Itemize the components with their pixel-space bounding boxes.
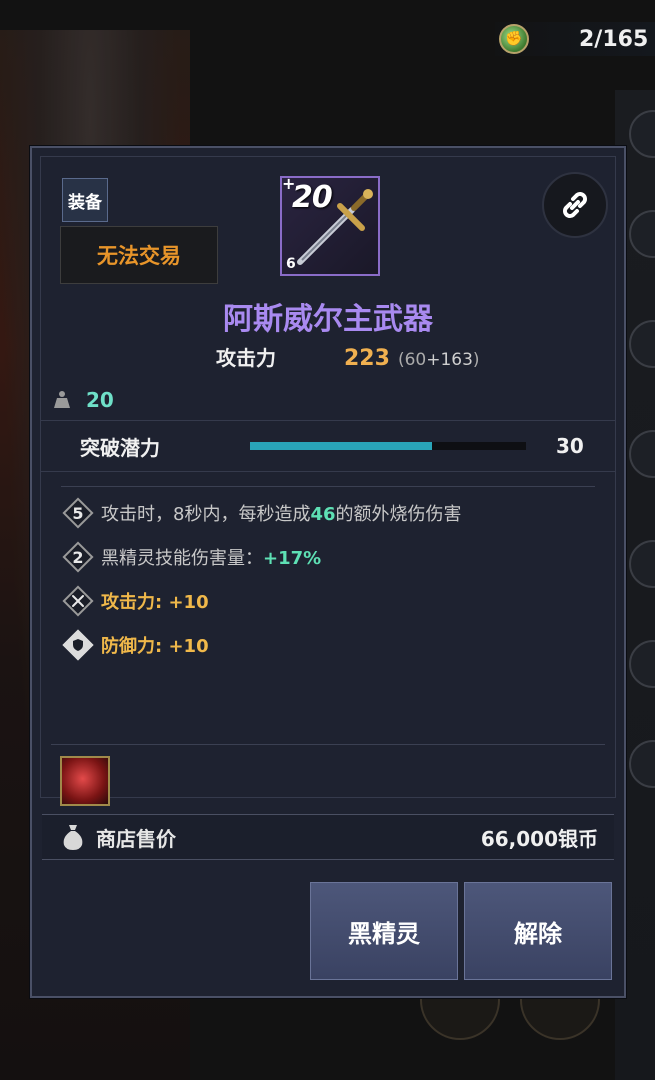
attack-bonus: +163 (426, 350, 473, 370)
shop-price-value: 66,000银币 (480, 826, 598, 851)
stat-text: 防御力: +10 (101, 636, 209, 657)
lock-count: 6 (286, 256, 296, 272)
currency-bar: ✊ 2/165 (495, 22, 655, 56)
stat-row: 防御力: +10 (65, 632, 209, 658)
fist-token-icon: ✊ (499, 24, 529, 54)
weight-icon (54, 391, 70, 408)
crossed-swords-icon (65, 588, 91, 614)
stat-text-part: 黑精灵技能伤害量： (101, 548, 263, 569)
weight-value: 20 (86, 388, 114, 412)
stat-row: 攻击力: +10 (65, 588, 209, 614)
stat-row: 5 攻击时，8秒内，每秒造成46的额外烧伤伤害 (65, 500, 462, 526)
weight-row: 20 (52, 388, 114, 412)
enhance-level: 20 (292, 180, 333, 215)
item-name: 阿斯威尔主武器 (223, 302, 433, 337)
attack-row: 攻击力 223 (60+163) (216, 342, 480, 371)
attack-base: (60 (397, 350, 427, 370)
divider (51, 744, 605, 745)
stat-text: 攻击时，8秒内，每秒造成46的额外烧伤伤害 (101, 500, 462, 526)
breakthrough-value: 30 (556, 434, 584, 458)
attack-close: ) (472, 350, 480, 370)
stat-text-part: 攻击时，8秒内，每秒造成 (101, 504, 311, 525)
attack-value: 223 (344, 346, 390, 371)
release-button[interactable]: 解除 (464, 882, 612, 980)
level-badge-number: 5 (72, 503, 84, 523)
divider (61, 486, 595, 487)
stat-highlight: 46 (310, 504, 336, 525)
stat-text: 黑精灵技能伤害量：+17% (101, 544, 321, 570)
breakthrough-label: 突破潜力 (80, 435, 160, 460)
black-spirit-button[interactable]: 黑精灵 (310, 882, 458, 980)
breakthrough-row: 突破潜力 30 (40, 420, 616, 472)
breakthrough-bar-fill (250, 442, 433, 450)
shop-price-row: 商店售价 66,000银币 (42, 814, 614, 860)
stat-text-part: 的额外烧伤伤害 (335, 504, 462, 525)
breakthrough-bar (250, 442, 526, 450)
red-crystal-icon[interactable] (60, 756, 110, 806)
link-icon (563, 192, 587, 218)
stat-text: 攻击力: +10 (101, 592, 209, 613)
item-icon-frame[interactable]: + 20 6 (280, 174, 380, 276)
level-badge-number: 2 (72, 547, 84, 567)
item-tooltip-panel: 装备 无法交易 + 20 6 阿斯威尔主武器 攻击力 223 (60+163) (30, 146, 626, 998)
money-bag-icon (63, 825, 83, 850)
token-count: 2/165 (579, 26, 649, 52)
shop-price-label: 商店售价 (96, 826, 176, 851)
attack-label: 攻击力 (216, 346, 276, 370)
share-link-button[interactable] (542, 172, 608, 238)
stat-highlight: +17% (263, 548, 322, 569)
level-badge: 2 (65, 544, 91, 570)
trade-status-tag: 无法交易 (60, 226, 218, 284)
stats-section: 5 攻击时，8秒内，每秒造成46的额外烧伤伤害 2 黑精灵技能伤害量：+17% … (40, 472, 616, 798)
attack-breakdown: (60+163) (398, 350, 480, 370)
level-badge: 5 (65, 500, 91, 526)
stat-row: 2 黑精灵技能伤害量：+17% (65, 544, 321, 570)
category-tag: 装备 (62, 178, 108, 222)
shield-icon (65, 632, 91, 658)
